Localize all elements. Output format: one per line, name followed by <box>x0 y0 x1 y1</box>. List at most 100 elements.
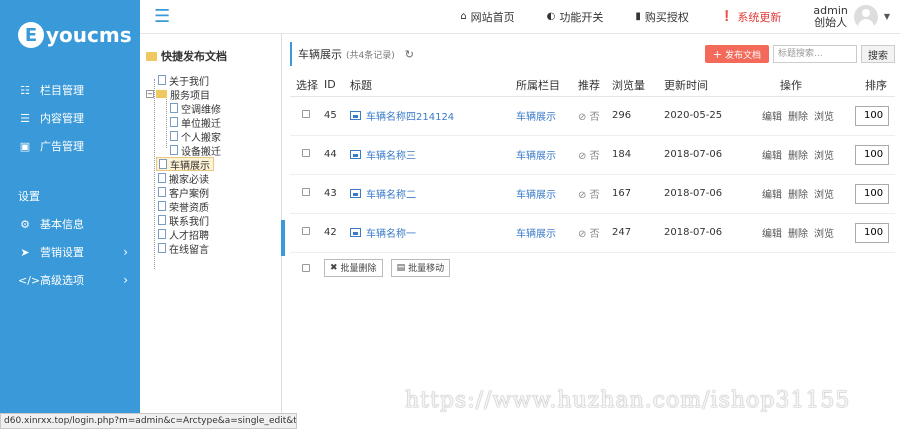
tree-node-contact[interactable]: 联系我们 <box>158 214 209 228</box>
tree-node-honors[interactable]: 荣誉资质 <box>158 200 209 214</box>
delete-link[interactable]: 删除 <box>788 151 808 162</box>
site-home-link[interactable]: ⌂ 网站首页 <box>460 9 514 25</box>
tree-node-label: 关于我们 <box>169 76 209 88</box>
tree-node-label: 搬家必读 <box>169 174 209 186</box>
row-id: 42 <box>324 227 337 238</box>
tree-node-moving-tips[interactable]: 搬家必读 <box>158 172 209 186</box>
tree-title: 快捷发布文档 <box>140 34 281 64</box>
col-recommend: 推荐 <box>578 78 600 92</box>
sidebar-item-columns[interactable]: ☷ 栏目管理 <box>0 76 140 104</box>
logo[interactable]: E youcms <box>0 0 140 70</box>
sidebar-item-label: 内容管理 <box>40 112 84 125</box>
main-content: 车辆展示 (共4条记录) ↻ + 发布文档 搜索 选择 ID 标题 所属栏目 推… <box>290 42 895 283</box>
batch-delete-button[interactable]: ✖ 批量删除 <box>324 258 383 277</box>
col-select: 选择 <box>296 78 318 92</box>
document-icon <box>158 215 166 225</box>
sidebar-item-ads[interactable]: ▣ 广告管理 <box>0 132 140 160</box>
tree-node-ac-repair[interactable]: 空调维修 <box>170 102 221 116</box>
row-title-link[interactable]: 车辆名称三 <box>350 147 516 162</box>
view-link[interactable]: 浏览 <box>814 112 834 123</box>
tree-node-label: 服务项目 <box>170 90 210 102</box>
tree-node-guestbook[interactable]: 在线留言 <box>158 242 209 256</box>
document-icon <box>158 243 166 253</box>
close-icon: ✖ <box>330 262 338 273</box>
tree-node-label: 个人搬家 <box>181 132 221 144</box>
document-icon <box>170 131 178 141</box>
tree-node-vehicles[interactable]: 车辆展示 <box>156 157 214 172</box>
view-link[interactable]: 浏览 <box>814 190 834 201</box>
edit-link[interactable]: 编辑 <box>762 151 782 162</box>
edit-link[interactable]: 编辑 <box>762 112 782 123</box>
sort-input[interactable] <box>855 222 889 243</box>
search-input[interactable] <box>773 45 857 63</box>
tree-node-equipment-move[interactable]: 设备搬迁 <box>170 144 221 158</box>
row-checkbox[interactable] <box>302 110 310 118</box>
row-views: 167 <box>612 188 632 199</box>
tree-node-jobs[interactable]: 人才招聘 <box>158 228 209 242</box>
menu-toggle-icon[interactable]: ☰ <box>154 7 170 26</box>
feature-toggle-link[interactable]: ◐ 功能开关 <box>547 9 604 25</box>
tree-node-services[interactable]: − 服务项目 <box>146 88 210 102</box>
sort-input[interactable] <box>855 183 889 204</box>
list-icon: ☰ <box>20 111 30 125</box>
sort-input[interactable] <box>855 105 889 126</box>
system-update-label: 系统更新 <box>737 10 782 24</box>
publish-button[interactable]: + 发布文档 <box>704 45 769 63</box>
tree-node-office-move[interactable]: 单位搬迁 <box>170 116 221 130</box>
sidebar-item-basic-info[interactable]: ⚙ 基本信息 <box>0 210 140 238</box>
row-column-link[interactable]: 车辆展示 <box>516 190 556 201</box>
search-button[interactable]: 搜索 <box>861 45 895 63</box>
row-date: 2018-07-06 <box>664 227 723 238</box>
tree-node-home-move[interactable]: 个人搬家 <box>170 130 221 144</box>
tree-node-label: 客户案例 <box>169 188 209 200</box>
batch-move-button[interactable]: ▤ 批量移动 <box>390 258 451 277</box>
row-title-link[interactable]: 车辆名称二 <box>350 186 516 201</box>
tree-node-label: 在线留言 <box>169 244 209 256</box>
sidebar-item-advanced[interactable]: </> 高级选项 › <box>0 266 140 294</box>
row-title: 车辆名称二 <box>366 190 416 201</box>
edit-link[interactable]: 编辑 <box>762 229 782 240</box>
folder-icon <box>146 51 157 61</box>
row-title-link[interactable]: 车辆名称四214124 <box>350 108 516 123</box>
view-link[interactable]: 浏览 <box>814 229 834 240</box>
system-update-link[interactable]: ❗ 系统更新 <box>721 9 781 25</box>
row-column-link[interactable]: 车辆展示 <box>516 151 556 162</box>
table-row: 44 车辆名称三 车辆展示 ⊘ 否 184 2018-07-06 编辑 删除 浏览 <box>290 135 895 174</box>
row-title-link[interactable]: 车辆名称一 <box>350 225 516 240</box>
edit-link[interactable]: 编辑 <box>762 190 782 201</box>
row-column-link[interactable]: 车辆展示 <box>516 229 556 240</box>
delete-link[interactable]: 删除 <box>788 190 808 201</box>
col-updated: 更新时间 <box>664 78 708 92</box>
record-count: (共4条记录) <box>346 50 395 61</box>
row-title: 车辆名称三 <box>366 151 416 162</box>
tree-node-about[interactable]: 关于我们 <box>158 74 209 88</box>
row-title: 车辆名称四214124 <box>366 112 455 123</box>
delete-link[interactable]: 删除 <box>788 229 808 240</box>
row-column-link[interactable]: 车辆展示 <box>516 112 556 123</box>
category-tree: 快捷发布文档 关于我们 − 服务项目 空调维修 单位搬迁 个人搬家 设备搬迁 车辆… <box>140 34 282 413</box>
delete-link[interactable]: 删除 <box>788 112 808 123</box>
buy-license-label: 购买授权 <box>644 10 689 24</box>
user-menu[interactable]: admin 创始人 ▼ <box>813 4 890 29</box>
sidebar-item-label: 高级选项 <box>40 274 84 287</box>
row-checkbox[interactable] <box>302 227 310 235</box>
sort-input[interactable] <box>855 144 889 165</box>
image-icon <box>350 189 361 198</box>
document-icon <box>158 75 166 85</box>
refresh-icon[interactable]: ↻ <box>405 48 414 61</box>
tree-node-cases[interactable]: 客户案例 <box>158 186 209 200</box>
sidebar-item-content[interactable]: ☰ 内容管理 <box>0 104 140 132</box>
buy-license-link[interactable]: ▮ 购买授权 <box>635 9 689 25</box>
row-checkbox[interactable] <box>302 188 310 196</box>
collapse-icon[interactable]: − <box>146 90 154 98</box>
select-all-checkbox[interactable] <box>302 263 310 272</box>
row-recommend: 否 <box>589 190 600 201</box>
row-id: 43 <box>324 188 337 199</box>
row-checkbox[interactable] <box>302 149 310 157</box>
table-row: 42 车辆名称一 车辆展示 ⊘ 否 247 2018-07-06 编辑 删除 浏览 <box>290 213 895 252</box>
view-link[interactable]: 浏览 <box>814 151 834 162</box>
col-id: ID <box>324 78 336 92</box>
sidebar-item-marketing[interactable]: ➤ 营销设置 › <box>0 238 140 266</box>
panel-resize-handle[interactable] <box>281 220 285 256</box>
col-actions: 操作 <box>780 78 802 92</box>
